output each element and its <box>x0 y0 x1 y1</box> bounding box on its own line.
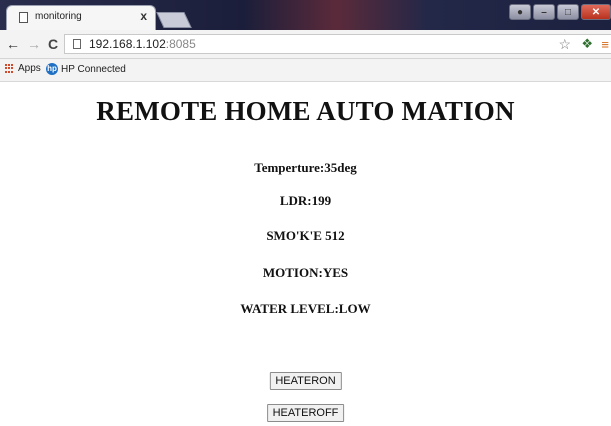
back-arrow-icon[interactable]: ← <box>6 36 20 52</box>
bookmark-label: Apps <box>18 63 41 74</box>
bookmark-label: HP Connected <box>61 63 126 75</box>
tab-close-icon[interactable]: x <box>140 9 147 23</box>
star-icon[interactable]: ☆ <box>558 36 571 53</box>
ldr-reading: LDR:199 <box>279 193 332 208</box>
apps-grid-icon <box>5 63 15 74</box>
forward-arrow-icon[interactable]: → <box>27 36 41 52</box>
water-level-reading: WATER LEVEL:LOW <box>240 301 371 316</box>
page-icon <box>19 12 28 23</box>
menu-icon[interactable]: ≡ <box>601 37 609 52</box>
bookmark-hp-connected[interactable]: hp HP Connected <box>46 63 126 75</box>
new-tab-button[interactable] <box>156 12 192 28</box>
address-bar[interactable]: 192.168.1.102:8085 ☆ ❖ ≡ <box>64 34 611 54</box>
tab-title: monitoring <box>35 11 82 22</box>
minimize-button[interactable]: – <box>533 4 555 20</box>
close-window-button[interactable]: ✕ <box>581 4 611 20</box>
bookmarks-bar: Apps hp HP Connected <box>0 59 611 82</box>
user-icon[interactable]: ● <box>509 4 531 20</box>
page-title: REMOTE HOME AUTO MATION <box>96 96 515 126</box>
smoke-reading: SMO'K'E 512 <box>266 228 345 243</box>
page-icon <box>73 39 81 49</box>
url-port: :8085 <box>165 37 196 51</box>
hp-logo-icon: hp <box>46 63 58 75</box>
browser-tab[interactable]: monitoring x <box>6 5 156 30</box>
extension-icon[interactable]: ❖ <box>581 36 593 52</box>
maximize-button[interactable]: □ <box>557 4 579 20</box>
heater-on-button[interactable]: HEATERON <box>269 372 342 390</box>
window-titlebar: monitoring x ● – □ ✕ <box>0 0 611 30</box>
page-content: REMOTE HOME AUTO MATION Temperture:35deg… <box>0 82 611 426</box>
reload-icon[interactable]: C <box>48 36 58 52</box>
browser-toolbar: ← → C 192.168.1.102:8085 ☆ ❖ ≡ <box>0 30 611 59</box>
url-text[interactable]: 192.168.1.102:8085 <box>89 37 196 51</box>
motion-reading: MOTION:YES <box>262 265 349 280</box>
url-host: 192.168.1.102 <box>89 37 166 51</box>
heater-off-button[interactable]: HEATEROFF <box>266 404 345 422</box>
window-controls: ● – □ ✕ <box>509 4 611 22</box>
bookmark-apps[interactable]: Apps <box>5 63 41 74</box>
temperature-reading: Temperture:35deg <box>254 160 357 175</box>
